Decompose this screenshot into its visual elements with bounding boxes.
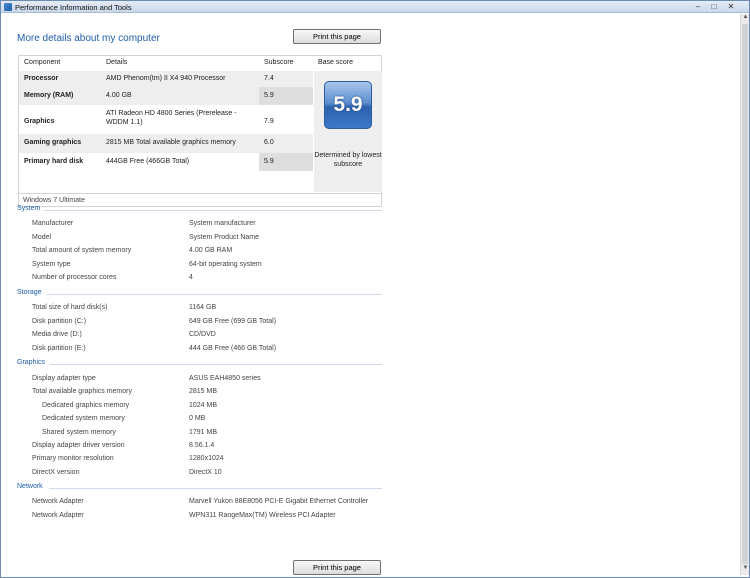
row-subscore: 7.4: [264, 75, 274, 82]
prop-label: DirectX version: [32, 469, 80, 476]
prop-value: 64-bit operating system: [189, 261, 262, 268]
row-details: AMD Phenom(tm) II X4 940 Processor: [106, 75, 226, 82]
row-details: 444GB Free (466GB Total): [106, 158, 190, 165]
prop-value: 4: [189, 274, 193, 281]
row-subscore: 5.9: [264, 158, 274, 165]
prop-value: 649 GB Free (699 GB Total): [189, 318, 277, 325]
row-subscore: 7.9: [264, 118, 274, 125]
scroll-down-icon[interactable]: ▼: [741, 565, 750, 574]
content-area: More details about my computer Print thi…: [2, 14, 740, 575]
print-page-button-bottom[interactable]: Print this page: [293, 560, 381, 575]
header-base-score: Base score: [318, 59, 354, 66]
prop-label: Disk partition (C:): [32, 318, 87, 325]
prop-label: Dedicated graphics memory: [42, 402, 130, 409]
row-component: Memory (RAM): [24, 92, 74, 99]
section-title-storage: Storage: [17, 289, 42, 296]
row-component: Primary hard disk: [24, 158, 84, 165]
prop-value: 0 MB: [189, 415, 206, 422]
prop-value: 2815 MB: [189, 388, 218, 395]
prop-value: 4.00 GB RAM: [189, 247, 233, 254]
base-score-badge: 5.9: [324, 81, 372, 129]
prop-value: ASUS EAH4850 series: [189, 375, 261, 382]
row-subscore: 5.9: [264, 92, 274, 99]
prop-label: Shared system memory: [42, 429, 116, 436]
prop-label: Network Adapter: [32, 498, 84, 505]
prop-label: Display adapter type: [32, 375, 96, 382]
prop-value: System manufacturer: [189, 220, 256, 227]
prop-label: Number of processor cores: [32, 274, 117, 281]
base-score-box: 5.9 Determined by lowest subscore: [314, 71, 382, 192]
print-page-button-top[interactable]: Print this page: [293, 29, 381, 44]
header-component: Component: [24, 59, 61, 66]
table-row: Memory (RAM) 4.00 GB 5.9: [19, 87, 313, 105]
prop-label: Network Adapter: [32, 512, 84, 519]
prop-label: Primary monitor resolution: [32, 455, 114, 462]
row-component: Processor: [24, 75, 59, 82]
prop-label: Total amount of system memory: [32, 247, 132, 254]
prop-label: Display adapter driver version: [32, 442, 125, 449]
section-title-system: System: [17, 205, 41, 212]
section-divider: [49, 488, 382, 489]
section-title-network: Network: [17, 483, 43, 490]
close-button[interactable]: ✕: [723, 2, 739, 12]
windows-edition: Windows 7 Ultimate: [19, 193, 381, 207]
performance-window: Performance Information and Tools – □ ✕ …: [0, 0, 750, 578]
section-divider: [47, 294, 382, 295]
header-subscore: Subscore: [264, 59, 294, 66]
prop-value: CD/DVD: [189, 331, 216, 338]
row-subscore: 6.0: [264, 139, 274, 146]
vertical-scrollbar[interactable]: ▲ ▼: [740, 14, 749, 575]
row-details: 4.00 GB: [106, 92, 132, 99]
base-score-caption: Determined by lowest subscore: [314, 152, 382, 168]
section-title-graphics: Graphics: [17, 359, 46, 366]
table-row: Processor AMD Phenom(tm) II X4 940 Proce…: [19, 71, 313, 87]
prop-value: 1791 MB: [189, 429, 218, 436]
header-details: Details: [106, 59, 128, 66]
maximize-button[interactable]: □: [707, 2, 721, 12]
prop-label: Total available graphics memory: [32, 388, 132, 395]
prop-value: 1164 GB: [189, 304, 217, 311]
minimize-button[interactable]: –: [691, 2, 705, 12]
row-component: Graphics: [24, 118, 55, 125]
table-row: Primary hard disk 444GB Free (466GB Tota…: [19, 153, 313, 171]
section-divider: [50, 364, 382, 365]
prop-label: Model: [32, 234, 52, 241]
table-row: Gaming graphics 2815 MB Total available …: [19, 134, 313, 153]
prop-value: 1024 MB: [189, 402, 218, 409]
prop-value: System Product Name: [189, 234, 260, 241]
row-component: Gaming graphics: [24, 139, 82, 146]
prop-value: WPN311 RangeMax(TM) Wireless PCI Adapter: [189, 512, 336, 519]
section-divider: [44, 210, 382, 211]
row-details: 2815 MB Total available graphics memory: [106, 139, 236, 146]
prop-value: Marvell Yukon 88E8056 PCI-E Gigabit Ethe…: [189, 498, 369, 505]
row-details: ATI Radeon HD 4800 Series (Prerelease - …: [106, 110, 237, 126]
prop-value: 8.56.1.4: [189, 442, 215, 449]
prop-value: 444 GB Free (466 GB Total): [189, 345, 277, 352]
prop-label: Total size of hard disk(s): [32, 304, 108, 311]
prop-value: DirectX 10: [189, 469, 222, 476]
scroll-up-icon[interactable]: ▲: [741, 14, 750, 23]
prop-label: Disk partition (E:): [32, 345, 86, 352]
prop-label: System type: [32, 261, 71, 268]
table-row: Graphics ATI Radeon HD 4800 Series (Prer…: [19, 105, 313, 134]
app-icon: [4, 3, 12, 11]
prop-label: Manufacturer: [32, 220, 74, 227]
scrollbar-thumb[interactable]: [742, 24, 748, 564]
prop-label: Media drive (D:): [32, 331, 82, 338]
window-title: Performance Information and Tools: [15, 3, 132, 12]
prop-label: Dedicated system memory: [42, 415, 125, 422]
title-bar[interactable]: Performance Information and Tools – □ ✕: [1, 1, 749, 13]
page-title: More details about my computer: [17, 33, 160, 44]
prop-value: 1280x1024: [189, 455, 224, 462]
score-table: Component Details Subscore Base score Pr…: [18, 55, 382, 207]
